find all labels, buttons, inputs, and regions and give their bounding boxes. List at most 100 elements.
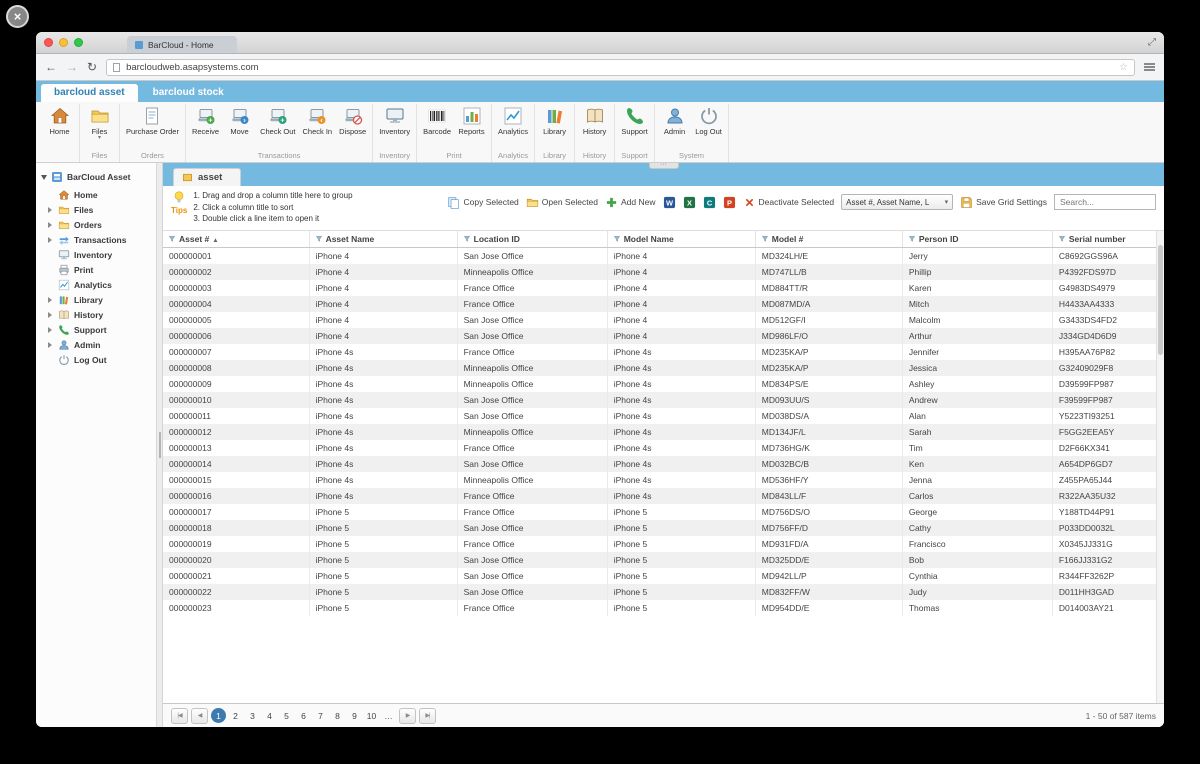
column-chooser-dropdown[interactable]: Asset #, Asset Name, L ▾ bbox=[841, 194, 954, 210]
ribbon-button-receive[interactable]: + Receive bbox=[189, 104, 222, 136]
sidebar-root[interactable]: BarCloud Asset bbox=[38, 169, 154, 187]
search-input[interactable] bbox=[1054, 194, 1156, 210]
column-header-model[interactable]: Model # bbox=[755, 230, 903, 248]
zoom-window-button[interactable] bbox=[74, 38, 83, 47]
address-bar[interactable]: barcloudweb.asapsystems.com ☆ bbox=[106, 58, 1135, 76]
ribbon-button-check-in[interactable]: ‹ Check In bbox=[300, 104, 336, 136]
next-page-button[interactable] bbox=[399, 707, 416, 724]
table-row[interactable]: 000000011 iPhone 4s San Jose Office iPhone … bbox=[163, 407, 1164, 424]
tab-asset[interactable]: asset bbox=[173, 168, 242, 186]
filter-icon[interactable] bbox=[168, 234, 179, 244]
page-button-8[interactable]: 8 bbox=[330, 708, 345, 723]
ribbon-button-reports[interactable]: Reports bbox=[455, 104, 488, 136]
table-row[interactable]: 000000003 iPhone 4 France Office iPhone 4 MD… bbox=[163, 279, 1164, 296]
table-row[interactable]: 000000009 iPhone 4s Minneapolis Office iPho… bbox=[163, 375, 1164, 392]
page-button-2[interactable]: 2 bbox=[228, 708, 243, 723]
table-row[interactable]: 000000010 iPhone 4s San Jose Office iPhone … bbox=[163, 391, 1164, 408]
ribbon-button-home[interactable]: Home bbox=[43, 104, 76, 136]
table-row[interactable]: 000000001 iPhone 4 San Jose Office iPhone 4… bbox=[163, 247, 1164, 264]
table-row[interactable]: 000000002 iPhone 4 Minneapolis Office iPhon… bbox=[163, 263, 1164, 280]
add-new-button[interactable]: Add New bbox=[605, 196, 656, 209]
page-button-[interactable]: … bbox=[381, 708, 396, 723]
page-button-5[interactable]: 5 bbox=[279, 708, 294, 723]
table-row[interactable]: 000000007 iPhone 4s France Office iPhone 4s… bbox=[163, 343, 1164, 360]
column-header-person-id[interactable]: Person ID bbox=[902, 230, 1053, 248]
ribbon-button-history[interactable]: History bbox=[578, 104, 611, 136]
sidebar-item-inventory[interactable]: Inventory bbox=[38, 247, 154, 262]
table-row[interactable]: 000000019 iPhone 5 France Office iPhone 5 MD… bbox=[163, 535, 1164, 552]
table-row[interactable]: 000000018 iPhone 5 San Jose Office iPhone 5… bbox=[163, 519, 1164, 536]
table-row[interactable]: 000000008 iPhone 4s Minneapolis Office iPho… bbox=[163, 359, 1164, 376]
scrollbar-thumb[interactable] bbox=[1158, 244, 1163, 355]
sidebar-item-orders[interactable]: Orders bbox=[38, 217, 154, 232]
sidebar-item-admin[interactable]: Admin bbox=[38, 337, 154, 352]
expander-icon[interactable] bbox=[48, 342, 54, 348]
column-header-asset[interactable]: Asset # ▲ bbox=[163, 230, 310, 248]
filter-icon[interactable] bbox=[613, 234, 624, 244]
table-row[interactable]: 000000006 iPhone 4 San Jose Office iPhone 4… bbox=[163, 327, 1164, 344]
column-header-model-name[interactable]: Model Name bbox=[607, 230, 756, 248]
export-excel-icon[interactable]: X bbox=[683, 196, 696, 209]
table-row[interactable]: 000000023 iPhone 5 France Office iPhone 5 MD… bbox=[163, 599, 1164, 616]
bookmark-star-icon[interactable]: ☆ bbox=[1119, 62, 1128, 73]
ribbon-button-check-out[interactable]: + Check Out bbox=[257, 104, 298, 136]
table-row[interactable]: 000000021 iPhone 5 San Jose Office iPhone 5… bbox=[163, 567, 1164, 584]
export-word-icon[interactable]: W bbox=[663, 196, 676, 209]
ribbon-button-admin[interactable]: Admin bbox=[658, 104, 691, 136]
copy-selected-button[interactable]: Copy Selected bbox=[447, 196, 519, 209]
close-overlay-button[interactable] bbox=[6, 5, 29, 28]
ribbon-button-log-out[interactable]: Log Out bbox=[692, 104, 725, 136]
minimize-window-button[interactable] bbox=[59, 38, 68, 47]
export-pdf-icon[interactable]: P bbox=[723, 196, 736, 209]
sidebar-item-print[interactable]: Print bbox=[38, 262, 154, 277]
forward-button[interactable]: → bbox=[66, 61, 78, 73]
page-button-7[interactable]: 7 bbox=[313, 708, 328, 723]
table-row[interactable]: 000000004 iPhone 4 France Office iPhone 4 MD… bbox=[163, 295, 1164, 312]
fullscreen-icon[interactable]: ⤢ bbox=[1148, 37, 1156, 48]
sidebar-item-analytics[interactable]: Analytics bbox=[38, 277, 154, 292]
ribbon-button-inventory[interactable]: Inventory bbox=[376, 104, 413, 136]
reload-button[interactable]: ↻ bbox=[87, 61, 97, 73]
table-row[interactable]: 000000014 iPhone 4s San Jose Office iPhone … bbox=[163, 455, 1164, 472]
ribbon-button-barcode[interactable]: Barcode bbox=[420, 104, 454, 136]
table-row[interactable]: 000000022 iPhone 5 San Jose Office iPhone 5… bbox=[163, 583, 1164, 600]
table-row[interactable]: 000000012 iPhone 4s Minneapolis Office iPho… bbox=[163, 423, 1164, 440]
browser-tab[interactable]: BarCloud - Home bbox=[127, 36, 237, 53]
filter-icon[interactable] bbox=[463, 234, 474, 244]
filter-icon[interactable] bbox=[315, 234, 326, 244]
filter-icon[interactable] bbox=[1058, 234, 1069, 244]
column-header-location-id[interactable]: Location ID bbox=[457, 230, 608, 248]
expander-icon[interactable] bbox=[48, 237, 54, 243]
table-row[interactable]: 000000017 iPhone 5 France Office iPhone 5 MD… bbox=[163, 503, 1164, 520]
filter-icon[interactable] bbox=[761, 234, 772, 244]
app-tab-barcloud-asset[interactable]: barcloud asset bbox=[41, 84, 138, 102]
table-row[interactable]: 000000020 iPhone 5 San Jose Office iPhone 5… bbox=[163, 551, 1164, 568]
vertical-scrollbar[interactable] bbox=[1156, 230, 1164, 703]
open-selected-button[interactable]: Open Selected bbox=[526, 196, 598, 209]
collapse-ribbon-handle[interactable] bbox=[648, 163, 679, 169]
page-button-6[interactable]: 6 bbox=[296, 708, 311, 723]
table-row[interactable]: 000000013 iPhone 4s France Office iPhone 4s… bbox=[163, 439, 1164, 456]
ribbon-button-purchase-order[interactable]: Purchase Order bbox=[123, 104, 182, 136]
page-button-3[interactable]: 3 bbox=[245, 708, 260, 723]
app-tab-barcloud-stock[interactable]: barcloud stock bbox=[140, 84, 237, 102]
page-button-4[interactable]: 4 bbox=[262, 708, 277, 723]
expander-icon[interactable] bbox=[48, 207, 54, 213]
table-row[interactable]: 000000015 iPhone 4s Minneapolis Office iPho… bbox=[163, 471, 1164, 488]
ribbon-button-library[interactable]: Library bbox=[538, 104, 571, 136]
page-button-10[interactable]: 10 bbox=[364, 708, 379, 723]
export-csv-icon[interactable]: C bbox=[703, 196, 716, 209]
page-button-9[interactable]: 9 bbox=[347, 708, 362, 723]
column-header-asset-name[interactable]: Asset Name bbox=[309, 230, 458, 248]
column-header-serial-number[interactable]: Serial number bbox=[1052, 230, 1164, 248]
sidebar-item-support[interactable]: Support bbox=[38, 322, 154, 337]
sidebar-item-library[interactable]: Library bbox=[38, 292, 154, 307]
sidebar-item-log-out[interactable]: Log Out bbox=[38, 352, 154, 367]
table-row[interactable]: 000000005 iPhone 4 San Jose Office iPhone 4… bbox=[163, 311, 1164, 328]
expander-icon[interactable] bbox=[48, 222, 54, 228]
sidebar-item-home[interactable]: Home bbox=[38, 187, 154, 202]
sidebar-item-history[interactable]: History bbox=[38, 307, 154, 322]
ribbon-button-support[interactable]: Support bbox=[618, 104, 651, 136]
back-button[interactable]: ← bbox=[45, 61, 57, 73]
expander-icon[interactable] bbox=[48, 312, 54, 318]
